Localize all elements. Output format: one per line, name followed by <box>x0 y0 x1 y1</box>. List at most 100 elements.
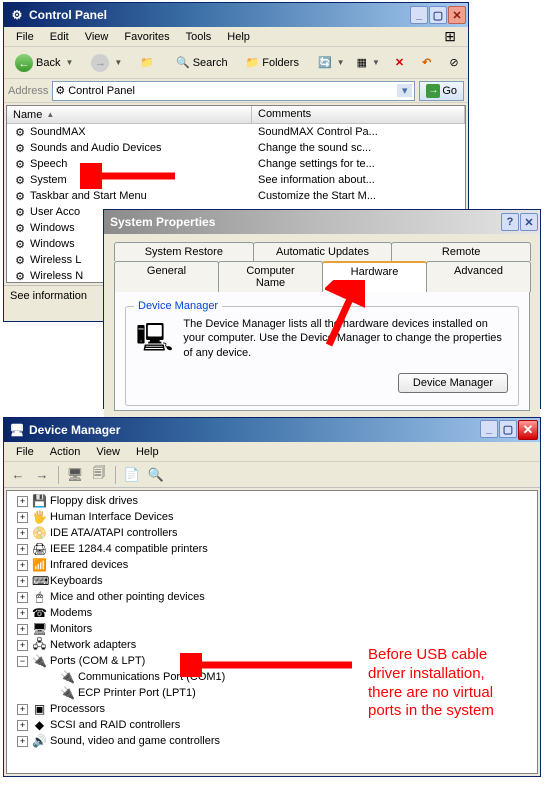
item-name: Wireless L <box>30 254 81 266</box>
cp-titlebar[interactable]: ⚙ Control Panel _ ▢ ✕ <box>4 3 468 27</box>
back-label: Back <box>36 57 60 69</box>
expand-icon[interactable]: − <box>17 656 28 667</box>
search-button[interactable]: 🔍 Search <box>169 51 235 75</box>
list-item[interactable]: ⚙SystemSee information about... <box>7 172 465 188</box>
tree-node[interactable]: +💾Floppy disk drives <box>7 493 537 509</box>
tab-system-restore[interactable]: System Restore <box>114 242 254 261</box>
expand-icon[interactable]: + <box>17 576 28 587</box>
expand-icon[interactable]: + <box>17 720 28 731</box>
undo-button[interactable]: ↶ <box>415 51 438 75</box>
menu-tools[interactable]: Tools <box>178 29 220 45</box>
tb-properties-icon[interactable]: 📄 <box>122 465 142 485</box>
views-button[interactable]: ▦ ▼ <box>353 51 384 75</box>
list-item[interactable]: ⚙Sounds and Audio DevicesChange the soun… <box>7 140 465 156</box>
tree-node[interactable]: +☎Modems <box>7 605 537 621</box>
address-field[interactable]: ⚙ Control Panel ▾ <box>52 81 415 101</box>
delete-button[interactable]: ✕ <box>388 51 411 75</box>
node-label: Modems <box>50 607 92 619</box>
tab-computer-name[interactable]: Computer Name <box>218 261 323 292</box>
tb-scan-icon[interactable]: 🔍 <box>146 465 166 485</box>
menu-edit[interactable]: Edit <box>42 29 77 45</box>
dm-menu-action[interactable]: Action <box>42 444 89 460</box>
node-label: Network adapters <box>50 639 136 651</box>
tree-node[interactable]: +🔊Sound, video and game controllers <box>7 733 537 749</box>
undo-icon: ↶ <box>422 56 431 69</box>
tree-node[interactable]: +🖐Human Interface Devices <box>7 509 537 525</box>
tab-automatic-updates[interactable]: Automatic Updates <box>253 242 393 261</box>
node-label: Sound, video and game controllers <box>50 735 220 747</box>
expand-icon[interactable]: + <box>17 736 28 747</box>
device-tree[interactable]: +💾Floppy disk drives+🖐Human Interface De… <box>6 490 538 774</box>
dm-close-button[interactable]: ✕ <box>518 420 538 440</box>
nav-back-icon[interactable]: ← <box>8 465 28 485</box>
tab-hardware[interactable]: Hardware <box>322 261 427 292</box>
menu-help[interactable]: Help <box>219 29 258 45</box>
expand-icon[interactable]: + <box>17 544 28 555</box>
expand-icon[interactable]: + <box>17 528 28 539</box>
expand-icon[interactable]: + <box>17 512 28 523</box>
item-name: Wireless N <box>30 270 83 282</box>
tree-node[interactable]: +📶Infrared devices <box>7 557 537 573</box>
annotation-text: Before USB cable driver installation, th… <box>368 646 494 721</box>
node-icon: ◆ <box>32 718 47 732</box>
tree-node[interactable]: +🖥Monitors <box>7 621 537 637</box>
search-label: Search <box>193 57 228 69</box>
expand-icon[interactable]: + <box>17 592 28 603</box>
expand-icon[interactable]: + <box>17 624 28 635</box>
maximize-button[interactable]: ▢ <box>429 6 447 24</box>
tab-advanced[interactable]: Advanced <box>426 261 531 292</box>
col-name-header[interactable]: Name ▲ <box>7 106 252 123</box>
folders-button[interactable]: 📁 Folders <box>239 51 306 75</box>
go-button[interactable]: → Go <box>419 81 464 101</box>
expand-icon[interactable]: + <box>17 496 28 507</box>
item-comment: SoundMAX Control Pa... <box>258 126 378 138</box>
group-title: Device Manager <box>134 300 222 312</box>
folder-icon: 📁 <box>246 56 260 69</box>
folders-label: Folders <box>262 57 299 69</box>
sync-button[interactable]: 🔄 ▼ <box>314 51 349 75</box>
tree-node[interactable]: +🖨IEEE 1284.4 compatible printers <box>7 541 537 557</box>
expand-icon[interactable]: + <box>17 608 28 619</box>
dm-titlebar[interactable]: 🖥 Device Manager _ ▢ ✕ <box>4 418 540 442</box>
forward-button[interactable]: → ▼ <box>84 51 129 75</box>
tree-node[interactable]: +⌨Keyboards <box>7 573 537 589</box>
tb-computer-icon[interactable]: 🖥 <box>65 465 85 485</box>
expand-icon[interactable]: + <box>17 560 28 571</box>
address-dropdown-icon[interactable]: ▾ <box>397 84 412 97</box>
device-manager-button[interactable]: Device Manager <box>398 373 508 393</box>
cp-list-header: Name ▲ Comments <box>7 106 465 124</box>
dm-menu-help[interactable]: Help <box>128 444 167 460</box>
list-item[interactable]: ⚙Taskbar and Start MenuCustomize the Sta… <box>7 188 465 204</box>
item-icon: ⚙ <box>13 189 27 203</box>
help-button[interactable]: ? <box>501 213 519 231</box>
node-label: Mice and other pointing devices <box>50 591 205 603</box>
search-icon: 🔍 <box>176 56 190 69</box>
device-manager-window-icon: 🖥 <box>10 423 24 437</box>
minimize-button[interactable]: _ <box>410 6 428 24</box>
dm-maximize-button[interactable]: ▢ <box>499 420 517 438</box>
menu-favorites[interactable]: Favorites <box>116 29 177 45</box>
tab-remote[interactable]: Remote <box>391 242 531 261</box>
tab-general[interactable]: General <box>114 261 219 292</box>
close-button[interactable]: ✕ <box>448 6 466 24</box>
menu-view[interactable]: View <box>77 29 117 45</box>
list-item[interactable]: ⚙SoundMAXSoundMAX Control Pa... <box>7 124 465 140</box>
dm-menu-view[interactable]: View <box>88 444 128 460</box>
sp-close-button[interactable]: ✕ <box>520 213 538 231</box>
dm-menu-file[interactable]: File <box>8 444 42 460</box>
tree-node[interactable]: +📀IDE ATA/ATAPI controllers <box>7 525 537 541</box>
sp-titlebar[interactable]: System Properties ? ✕ <box>104 210 540 234</box>
tree-node[interactable]: +🖱Mice and other pointing devices <box>7 589 537 605</box>
node-label: IDE ATA/ATAPI controllers <box>50 527 178 539</box>
up-button[interactable]: 📁 <box>133 51 161 75</box>
stop-button[interactable]: ⊘ <box>442 51 465 75</box>
back-button[interactable]: ← Back ▼ <box>8 51 80 75</box>
col-comments-header[interactable]: Comments <box>252 106 465 123</box>
list-item[interactable]: ⚙SpeechChange settings for te... <box>7 156 465 172</box>
dm-minimize-button[interactable]: _ <box>480 420 498 438</box>
expand-icon[interactable]: + <box>17 704 28 715</box>
menu-file[interactable]: File <box>8 29 42 45</box>
tb-print-icon[interactable]: 🗐 <box>89 465 109 485</box>
nav-fwd-icon[interactable]: → <box>32 465 52 485</box>
expand-icon[interactable]: + <box>17 640 28 651</box>
